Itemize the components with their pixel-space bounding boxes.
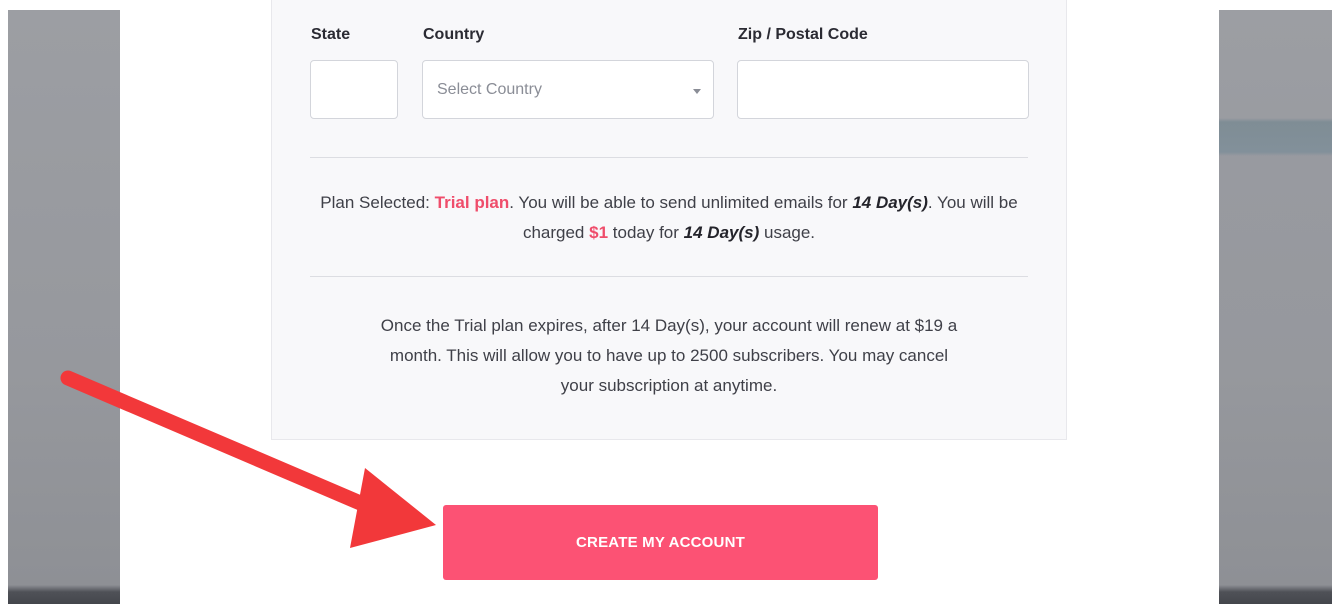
plan-summary: Plan Selected: Trial plan. You will be a… [310, 188, 1028, 248]
state-label: State [311, 26, 351, 43]
divider-top [310, 157, 1028, 158]
renewal-notice: Once the Trial plan expires, after 14 Da… [310, 311, 1028, 401]
country-select[interactable]: Select Country [422, 60, 714, 119]
chevron-down-icon [693, 89, 701, 94]
plan-summary-text-2: . You will be able to send unlimited ema… [509, 193, 853, 212]
screen: State Country Zip / Postal Code Select C… [0, 0, 1332, 604]
backdrop-right [1219, 10, 1332, 604]
renewal-line-1: Once the Trial plan expires, after 14 Da… [380, 316, 958, 335]
plan-duration: 14 Day(s) [852, 193, 928, 212]
create-account-button[interactable]: CREATE MY ACCOUNT [443, 505, 878, 580]
renewal-line-2: month. This will allow you to have up to… [389, 346, 949, 365]
backdrop-left [8, 10, 120, 604]
plan-price: $1 [589, 223, 609, 242]
country-select-value: Select Country [437, 81, 542, 98]
state-input[interactable] [310, 60, 398, 119]
renewal-line-3: your subscription at anytime. [560, 376, 778, 395]
zip-label: Zip / Postal Code [738, 26, 868, 43]
plan-name: Trial plan [434, 193, 510, 212]
plan-summary-prefix: Plan Selected: [320, 193, 435, 212]
country-label: Country [423, 26, 485, 43]
create-account-button-label: CREATE MY ACCOUNT [576, 534, 745, 551]
zip-input[interactable] [737, 60, 1029, 119]
plan-summary-text-4: today for [608, 223, 684, 242]
plan-usage-duration: 14 Day(s) [683, 223, 760, 242]
divider-bottom [310, 276, 1028, 277]
plan-summary-text-5: usage. [759, 223, 816, 242]
